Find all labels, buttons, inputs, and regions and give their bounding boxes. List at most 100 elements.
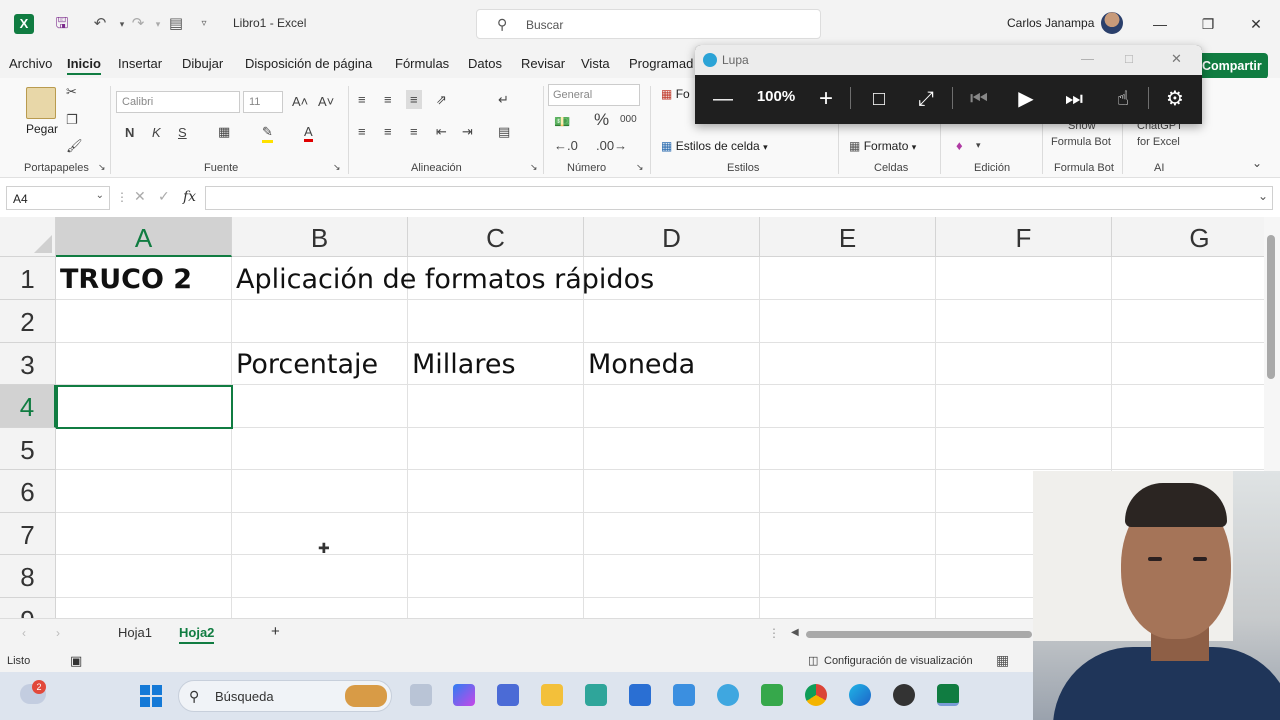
grid-cell[interactable] [936,428,1112,470]
magnifier-minimize-icon[interactable]: — [1081,51,1094,66]
column-header-b[interactable]: B [232,217,408,257]
save-icon[interactable]: 🖫 [52,14,72,34]
column-header-e[interactable]: E [760,217,936,257]
search-input[interactable]: ⚲ Buscar [476,9,821,39]
grid-cell[interactable] [232,385,408,428]
grid-cell[interactable] [408,513,584,555]
grid-cell[interactable] [760,385,936,428]
obs-icon[interactable] [893,684,915,706]
column-header-f[interactable]: F [936,217,1112,257]
row-header-4[interactable]: 4 [0,385,56,428]
italic-button[interactable]: K [152,125,161,140]
grid-cell[interactable] [1112,343,1264,385]
grid-cell[interactable] [232,470,408,513]
grid-cell[interactable] [408,598,584,618]
grid-cell[interactable] [760,257,936,300]
cell-c3[interactable]: Millares [408,343,584,385]
grid-cell[interactable] [408,470,584,513]
display-settings-label[interactable]: Configuración de visualización [824,655,973,667]
column-header-a[interactable]: A [56,217,232,257]
restore-icon[interactable]: ❐ [1198,14,1218,34]
decrease-font-icon[interactable]: A˅ [318,94,334,109]
camtasia-icon[interactable] [761,684,783,706]
bold-button[interactable]: N [125,125,134,140]
minimize-icon[interactable]: — [1150,14,1170,34]
grid-cell[interactable] [56,343,232,385]
wrap-text-icon[interactable]: ↵ [498,92,509,108]
decrease-decimal-icon[interactable]: .00→ [596,138,627,153]
grid-cell[interactable] [56,428,232,470]
add-sheet-button[interactable]: + [271,623,280,640]
grid-cell[interactable] [56,555,232,598]
grid-cell[interactable] [936,343,1112,385]
fill-color-icon[interactable]: ✎ [262,124,273,143]
grid-cell[interactable] [408,385,584,428]
play-icon[interactable]: ▶ [1011,85,1041,113]
paste-button-label[interactable]: Pegar [26,122,58,136]
app-icon[interactable] [629,684,651,706]
column-header-c[interactable]: C [408,217,584,257]
number-format-select[interactable]: General [548,84,640,106]
font-size-select[interactable]: 11 [243,91,283,113]
grid-cell[interactable] [56,300,232,343]
paste-icon[interactable] [26,87,56,119]
format-painter-icon[interactable]: 🖌 [66,138,83,154]
grid-cell[interactable] [1112,385,1264,428]
row-header-8[interactable]: 8 [0,555,56,598]
clear-dropdown-icon[interactable]: ▾ [976,140,981,151]
grid-cell[interactable] [760,513,936,555]
close-icon[interactable]: ✕ [1246,14,1266,34]
horizontal-scrollbar[interactable] [806,631,1032,638]
accounting-format-icon[interactable]: 💵 [554,114,570,130]
grid-cell[interactable] [56,470,232,513]
chevron-down-icon[interactable]: ⌄ [96,190,104,201]
previous-paragraph-icon[interactable]: ⏮ [964,85,994,113]
sheet-tab-hoja1[interactable]: Hoja1 [118,625,152,640]
magnifier-maximize-icon[interactable]: □ [1125,51,1133,66]
share-button[interactable]: Compartir [1196,53,1268,79]
align-bottom-icon[interactable]: ≡ [406,90,422,109]
expand-formula-icon[interactable]: ⌄ [1258,189,1268,203]
task-view-icon[interactable] [410,684,432,706]
grid-cell[interactable] [760,470,936,513]
next-sheet-icon[interactable]: › [56,626,60,640]
formula-bot-line2[interactable]: Formula Bot [1051,136,1111,148]
cut-icon[interactable]: ✂ [66,84,77,100]
undo-icon[interactable]: ↶ [90,14,110,34]
grid-cell[interactable] [408,300,584,343]
file-explorer-icon[interactable] [541,684,563,706]
user-name[interactable]: Carlos Janampa [1007,16,1094,30]
row-header-5[interactable]: 5 [0,428,56,470]
grid-cell[interactable] [760,555,936,598]
fullscreen-icon[interactable]: ⤢ [911,85,941,113]
tab-vista[interactable]: Vista [581,56,610,71]
number-launcher-icon[interactable]: ↘ [636,162,644,173]
conditional-format-button[interactable]: ▦ Fo [661,87,690,101]
align-left-icon[interactable]: ≡ [358,124,366,139]
edge-icon[interactable] [849,684,871,706]
increase-indent-icon[interactable]: ⇥ [462,124,473,140]
print-preview-icon[interactable]: ▤ [166,14,186,34]
cell-b3[interactable]: Porcentaje [232,343,408,385]
borders-icon[interactable]: ▦ [218,124,230,140]
accessibility-icon[interactable]: ▣ [70,653,82,669]
magnifier-window[interactable]: Lupa — □ ✕ — + □ ⤢ ⏮ ▶ ⏭ ☝ ⚙ [695,45,1202,124]
format-button[interactable]: ▦ Formato ▾ [849,139,916,153]
increase-font-icon[interactable]: A˄ [292,94,308,109]
alignment-launcher-icon[interactable]: ↘ [530,162,538,173]
grid-cell[interactable] [408,555,584,598]
grid-cell[interactable] [760,300,936,343]
sheet-tab-hoja2[interactable]: Hoja2 [179,625,215,644]
grid-cell[interactable] [760,598,936,618]
grid-cell[interactable] [760,428,936,470]
view-mode-icon[interactable]: □ [864,85,894,113]
align-top-icon[interactable]: ≡ [358,92,366,107]
display-settings-icon[interactable]: ◫ [808,654,818,667]
font-name-select[interactable]: Calibri [116,91,240,113]
tab-datos[interactable]: Datos [468,56,502,71]
cell-b1[interactable]: Aplicación de formatos rápidos [232,257,654,300]
clear-eraser-icon[interactable]: ♦ [956,138,963,153]
magnifier-close-icon[interactable]: ✕ [1171,51,1182,67]
app-icon[interactable] [585,684,607,706]
grid-cell[interactable] [936,257,1112,300]
